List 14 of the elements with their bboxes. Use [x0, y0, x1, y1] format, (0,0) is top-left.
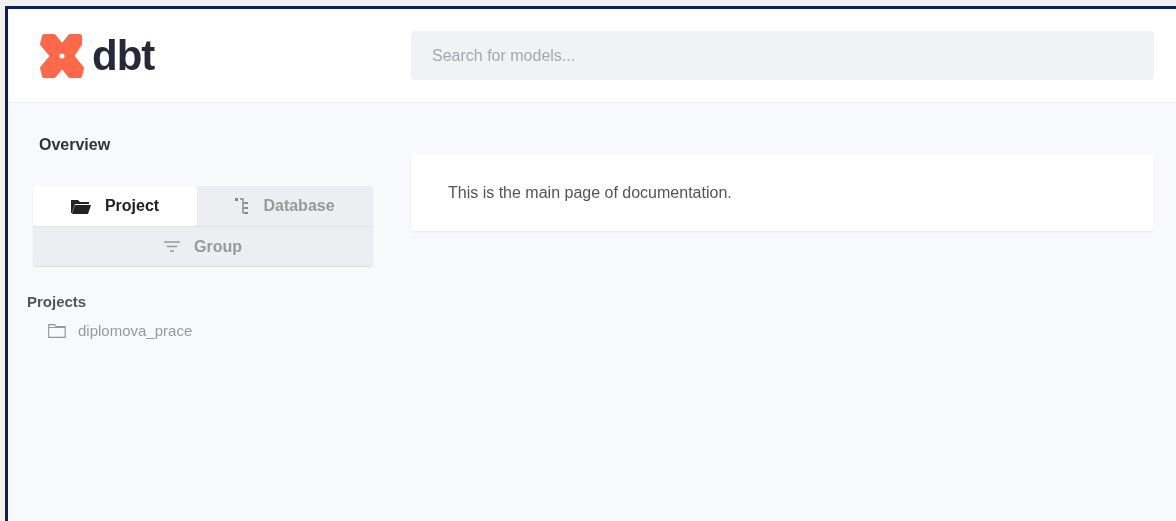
tab[interactable]: Project	[33, 186, 197, 226]
description-text: This is the main page of documentation.	[448, 183, 732, 202]
section-title: Projects	[27, 293, 88, 310]
tab[interactable]: Database	[197, 186, 373, 226]
tree-icon	[235, 198, 250, 214]
folder-icon	[48, 323, 66, 338]
search-field[interactable]: Search for models...	[411, 31, 1154, 80]
logo-text: dbt	[92, 31, 155, 80]
project-item[interactable]: diplomova_prace	[48, 322, 193, 339]
tab[interactable]: Group	[33, 226, 373, 266]
sidebar-title: Overview	[39, 136, 112, 154]
logo-icon	[38, 31, 86, 80]
folder-icon	[70, 198, 91, 214]
filter-icon	[164, 241, 180, 252]
